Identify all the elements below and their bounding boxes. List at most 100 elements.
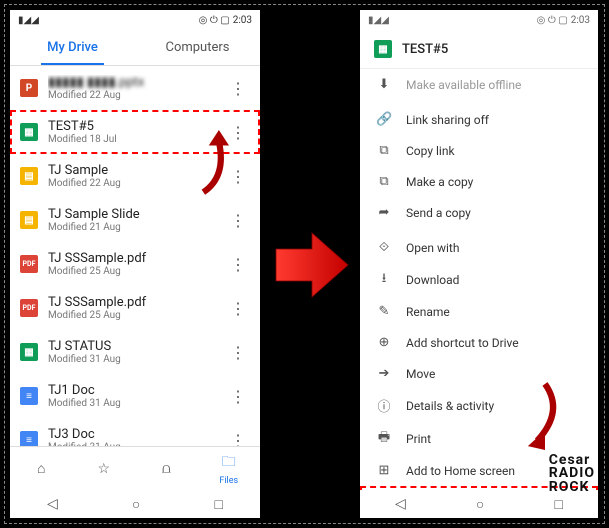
back-icon[interactable]: ◁ [47,496,58,512]
status-bar-right: ▮◢◢ ◎ ⏻ ▢2:03 [360,10,598,30]
more-options-button[interactable]: ⋮ [226,79,250,98]
file-name: ▮▮▮▮▮ ▮▮▮▮.pptx [48,75,216,90]
menu-item-make-available-offline[interactable]: ⬇Make available offline [360,69,598,100]
nav-starred[interactable]: ☆ [73,447,136,490]
menu-item-open-with[interactable]: ⟐Open with [360,232,598,263]
file-info: ▮▮▮▮▮ ▮▮▮▮.pptxModified 22 Aug [48,75,216,101]
menu-label: Add to Home screen [406,464,515,478]
menu-item-send-a-copy[interactable]: ➦ Send a copy [360,197,598,228]
callout-arrow-left-icon [190,130,240,200]
recent-icon[interactable]: □ [214,496,222,513]
menu-icon: 🖶 [376,428,392,450]
menu-icon: 🔗 [376,112,392,127]
menu-label: Send a copy [406,206,471,220]
menu-icon: ⧉ [376,174,392,189]
file-row[interactable]: ≡TJ3 DocModified 31 Aug⋮ [10,418,260,446]
tab-my-drive[interactable]: My Drive [10,30,135,65]
file-name: TJ SSSample.pdf [48,295,216,310]
home-nav-icon[interactable]: ○ [476,496,484,513]
more-options-button[interactable]: ⋮ [226,431,250,447]
home-nav-icon[interactable]: ○ [132,496,140,513]
menu-label: Download [406,273,459,287]
file-modified: Modified 22 Aug [48,90,216,101]
menu-icon: ✎ [376,304,392,319]
menu-icon: ⟐ [376,240,392,255]
menu-item-link-sharing-off[interactable]: 🔗 Link sharing off [360,104,598,135]
sheet-title: TEST#5 [402,42,448,57]
file-row[interactable]: ▦ TJ STATUSModified 31 Aug ⋮ [10,330,260,374]
file-modified: Modified 31 Aug [48,354,216,365]
shared-icon: ⩍ [162,461,171,477]
menu-label: Move [406,367,435,381]
sheets-icon: ▦ [374,40,392,58]
file-modified: Modified 25 Aug [48,266,216,277]
file-modified: Modified 21 Aug [48,222,216,233]
pdf-icon: PDF [20,299,38,317]
slide-icon: ▤ [20,211,38,229]
sheet-icon: ▦ [20,123,38,141]
menu-icon: ⊕ [376,335,392,350]
menu-label: Rename [406,305,450,319]
status-time: 2:03 [233,15,252,26]
menu-icon: ⧉ [376,143,392,158]
battery-icon: ◎ ⏻ ▢ [199,15,230,26]
more-options-button[interactable]: ⋮ [226,211,250,230]
menu-item-download[interactable]: ⭳Download [360,263,598,296]
file-row[interactable]: ▤ TJ Sample SlideModified 21 Aug ⋮ [10,198,260,242]
pdf-icon: PDF [20,255,38,273]
signal-icon: ▮◢◢ [368,15,389,26]
menu-label: Link sharing off [406,113,489,127]
file-name: TJ3 Doc [48,427,216,442]
nav-files[interactable]: 🗀Files [198,447,261,490]
recent-icon[interactable]: □ [554,496,562,513]
drive-tabs: My Drive Computers [10,30,260,66]
menu-item-copy-link[interactable]: ⧉ Copy link [360,135,598,166]
file-modified: Modified 31 Aug [48,398,216,409]
more-options-button[interactable]: ⋮ [226,299,250,318]
menu-icon: ⓘ [376,396,392,415]
back-icon[interactable]: ◁ [395,496,406,512]
menu-item-rename[interactable]: ✎ Rename [360,296,598,327]
file-row[interactable]: P ▮▮▮▮▮ ▮▮▮▮.pptxModified 22 Aug ⋮ [10,66,260,110]
callout-arrow-right-icon [520,380,570,450]
sheet-icon: ▦ [20,343,38,361]
file-info: TJ STATUSModified 31 Aug [48,339,216,365]
status-bar: ▮◢◢ ◎ ⏻ ▢2:03 [10,10,260,30]
file-row[interactable]: ≡ TJ1 DocModified 31 Aug ⋮ [10,374,260,418]
menu-label: Details & activity [406,399,494,413]
battery-icon: ◎ ⏻ ▢ [537,15,568,26]
tab-computers[interactable]: Computers [135,30,260,65]
file-info: TJ Sample SlideModified 21 Aug [48,207,216,233]
file-name: TJ SSSample.pdf [48,251,216,266]
file-info: TJ1 DocModified 31 Aug [48,383,216,409]
menu-icon: ➦ [376,205,392,220]
sheet-header: ▦ TEST#5 [360,30,598,69]
phone-drive-list: ▮◢◢ ◎ ⏻ ▢2:03 My Drive Computers P ▮▮▮▮▮ … [10,10,260,518]
menu-icon: ⊞ [376,463,392,478]
menu-item-add-shortcut-to-drive[interactable]: ⊕Add shortcut to Drive [360,327,598,358]
menu-item-make-a-copy[interactable]: ⧉ Make a copy [360,166,598,197]
home-icon: ⌂ [37,460,45,477]
slide-icon: ▤ [20,167,38,185]
star-icon: ☆ [97,461,110,477]
menu-icon: ➔ [376,366,392,381]
more-options-button[interactable]: ⋮ [226,387,250,406]
menu-label: Make available offline [406,78,521,92]
nav-home[interactable]: ⌂ [10,447,73,490]
nav-shared[interactable]: ⩍ [135,447,198,490]
menu-label: Copy link [406,144,455,158]
bottom-nav: ⌂ ☆ ⩍ 🗀Files [10,446,260,490]
status-time: 2:03 [571,15,590,26]
file-list[interactable]: P▮▮▮▮▮ ▮▮▮▮.pptxModified 22 Aug⋮▦TEST#5M… [10,66,260,446]
file-row[interactable]: PDF TJ SSSample.pdfModified 25 Aug ⋮ [10,242,260,286]
more-options-button[interactable]: ⋮ [226,255,250,274]
nav-files-label: Files [219,476,238,486]
more-options-button[interactable]: ⋮ [226,343,250,362]
pptx-icon: P [20,79,38,97]
doc-icon: ≡ [20,387,38,405]
file-row[interactable]: PDFTJ SSSample.pdfModified 25 Aug⋮ [10,286,260,330]
file-name: TJ Sample Slide [48,207,216,222]
file-name: TJ STATUS [48,339,216,354]
menu-label: Make a copy [406,175,473,189]
doc-icon: ≡ [20,431,38,446]
